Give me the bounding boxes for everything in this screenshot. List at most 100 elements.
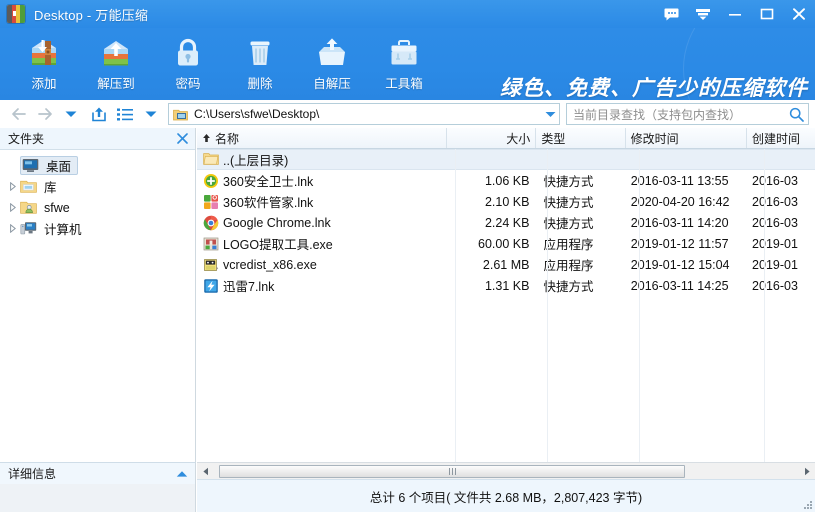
softmgr360-icon — [203, 194, 219, 210]
file-name: vcredist_x86.exe — [223, 257, 317, 272]
expand-triangle-icon[interactable] — [6, 176, 20, 197]
file-modified: 2016-03-11 13:55 — [630, 173, 729, 188]
window-title: Desktop - 万能压缩 — [34, 7, 149, 23]
trash-icon — [243, 36, 277, 70]
file-type: 快捷方式 — [543, 196, 594, 210]
table-row[interactable]: vcredist_x86.exe 2.61 MB 应用程序 2019-01-12… — [197, 254, 815, 275]
sidebar-item-libraries[interactable]: 库 — [0, 176, 195, 197]
file-created: 2016-03 — [752, 194, 798, 209]
view-mode-dropdown-button[interactable] — [138, 102, 164, 126]
status-text: 总计 6 个项目( 文件共 2.68 MB，2,807,423 字节) — [369, 490, 643, 505]
window-controls — [655, 0, 815, 28]
expand-triangle-icon[interactable] — [6, 218, 20, 239]
column-divider — [764, 149, 765, 462]
toolbar-button-selfextract[interactable]: 自解压 — [296, 28, 368, 100]
details-panel-header[interactable]: 详细信息 — [0, 462, 196, 484]
toolbox-icon — [387, 36, 421, 70]
shield360-icon — [203, 173, 219, 189]
folder-icon — [203, 152, 219, 168]
file-type: 应用程序 — [543, 238, 594, 252]
toolbar-button-password[interactable]: 密码 — [152, 28, 224, 100]
table-row[interactable]: LOGO提取工具.exe 60.00 KB 应用程序 2019-01-12 11… — [197, 233, 815, 254]
column-header-modified[interactable]: 修改时间 — [626, 128, 747, 148]
sidebar-title: 文件夹 — [8, 132, 45, 146]
toolbar-button-extract-to[interactable]: 解压到 — [80, 28, 152, 100]
maximize-button[interactable] — [751, 0, 783, 28]
table-row[interactable]: 360安全卫士.lnk 1.06 KB 快捷方式 2016-03-11 13:5… — [197, 170, 815, 191]
file-name: 迅雷7.lnk — [223, 280, 275, 294]
horizontal-scrollbar[interactable] — [197, 462, 815, 479]
sidebar-item-label: 库 — [44, 181, 57, 195]
folder-sidebar: 文件夹 桌面 库 sfwe 计算机 — [0, 128, 196, 462]
sidebar-bottom-filler — [0, 484, 196, 512]
sort-ascending-icon — [202, 133, 211, 143]
sidebar-header: 文件夹 — [0, 128, 195, 150]
table-row-parent-directory[interactable]: ..(上层目录) — [197, 149, 815, 170]
search-icon[interactable] — [784, 104, 808, 124]
column-header-size[interactable]: 大小 — [447, 128, 537, 148]
address-input[interactable]: C:\Users\sfwe\Desktop\ — [168, 103, 560, 125]
file-name: 360安全卫士.lnk — [223, 175, 314, 189]
lock-icon — [171, 36, 205, 70]
scroll-left-button[interactable] — [197, 464, 214, 479]
sidebar-close-icon[interactable] — [175, 132, 189, 146]
column-label: 类型 — [541, 131, 566, 146]
minimize-button[interactable] — [719, 0, 751, 28]
history-dropdown-button[interactable] — [58, 102, 84, 126]
toolbar-label: 删除 — [247, 77, 273, 91]
upload-button[interactable] — [86, 102, 112, 126]
scroll-right-button[interactable] — [798, 464, 815, 479]
view-mode-button[interactable] — [112, 102, 138, 126]
toolbar-button-delete[interactable]: 删除 — [224, 28, 296, 100]
chevron-up-icon[interactable] — [175, 467, 189, 481]
column-label: 修改时间 — [630, 131, 679, 146]
chevron-down-icon — [65, 111, 77, 117]
file-created: 2016-03 — [752, 215, 798, 230]
toolbar-buttons: 添加 解压到 密码 删除 自解压 工具箱 — [8, 28, 440, 100]
arrow-left-icon — [12, 108, 26, 120]
file-created: 2019-01 — [752, 257, 798, 272]
toolbar-button-toolbox[interactable]: 工具箱 — [368, 28, 440, 100]
archive-icon — [7, 5, 25, 23]
sidebar-item-computer[interactable]: 计算机 — [0, 218, 195, 239]
chrome-icon — [203, 215, 219, 231]
back-button[interactable] — [6, 102, 32, 126]
monitor-icon — [22, 158, 39, 173]
sidebar-item-user[interactable]: sfwe — [0, 197, 195, 218]
sidebar-item-label: 计算机 — [44, 223, 82, 237]
feedback-button[interactable] — [655, 0, 687, 28]
column-header-type[interactable]: 类型 — [536, 128, 626, 148]
column-divider — [455, 149, 456, 462]
search-placeholder: 当前目录查找（支持包内查找） — [573, 107, 742, 122]
file-size: 1.31 KB — [484, 278, 530, 293]
table-row[interactable]: Google Chrome.lnk 2.24 KB 快捷方式 2016-03-1… — [197, 212, 815, 233]
file-name: LOGO提取工具.exe — [223, 238, 333, 252]
scrollbar-track[interactable] — [214, 463, 798, 479]
resize-grip[interactable] — [802, 499, 812, 509]
file-size: 2.10 KB — [484, 194, 530, 209]
file-type: 应用程序 — [543, 259, 594, 273]
table-row[interactable]: 360软件管家.lnk 2.10 KB 快捷方式 2020-04-20 16:4… — [197, 191, 815, 212]
forward-button[interactable] — [32, 102, 58, 126]
file-size: 2.61 MB — [482, 257, 530, 272]
folder-desktop-icon — [173, 108, 188, 121]
toolbar-button-add[interactable]: 添加 — [8, 28, 80, 100]
sidebar-item-label: sfwe — [44, 200, 70, 215]
close-button[interactable] — [783, 0, 815, 28]
column-label: 创建时间 — [751, 131, 800, 146]
table-row[interactable]: 迅雷7.lnk 1.31 KB 快捷方式 2016-03-11 14:25 20… — [197, 275, 815, 296]
column-header-created[interactable]: 创建时间 — [747, 128, 815, 148]
expand-triangle-icon[interactable] — [6, 197, 20, 218]
toolbar-label: 自解压 — [313, 77, 351, 91]
address-dropdown-icon[interactable] — [541, 104, 559, 124]
chevron-down-icon — [145, 111, 157, 117]
menu-button[interactable] — [687, 0, 719, 28]
file-modified: 2019-01-12 11:57 — [630, 236, 729, 251]
address-bar: C:\Users\sfwe\Desktop\ 当前目录查找（支持包内查找） — [0, 100, 815, 128]
sidebar-item-desktop[interactable]: 桌面 — [0, 155, 195, 176]
toolbar-slogan: 绿色、免费、广告少的压缩软件 — [500, 75, 808, 100]
column-header-name[interactable]: 名称 — [197, 128, 447, 148]
column-label: 大小 — [506, 131, 531, 146]
scrollbar-thumb[interactable] — [219, 464, 685, 478]
search-input[interactable]: 当前目录查找（支持包内查找） — [566, 103, 809, 125]
